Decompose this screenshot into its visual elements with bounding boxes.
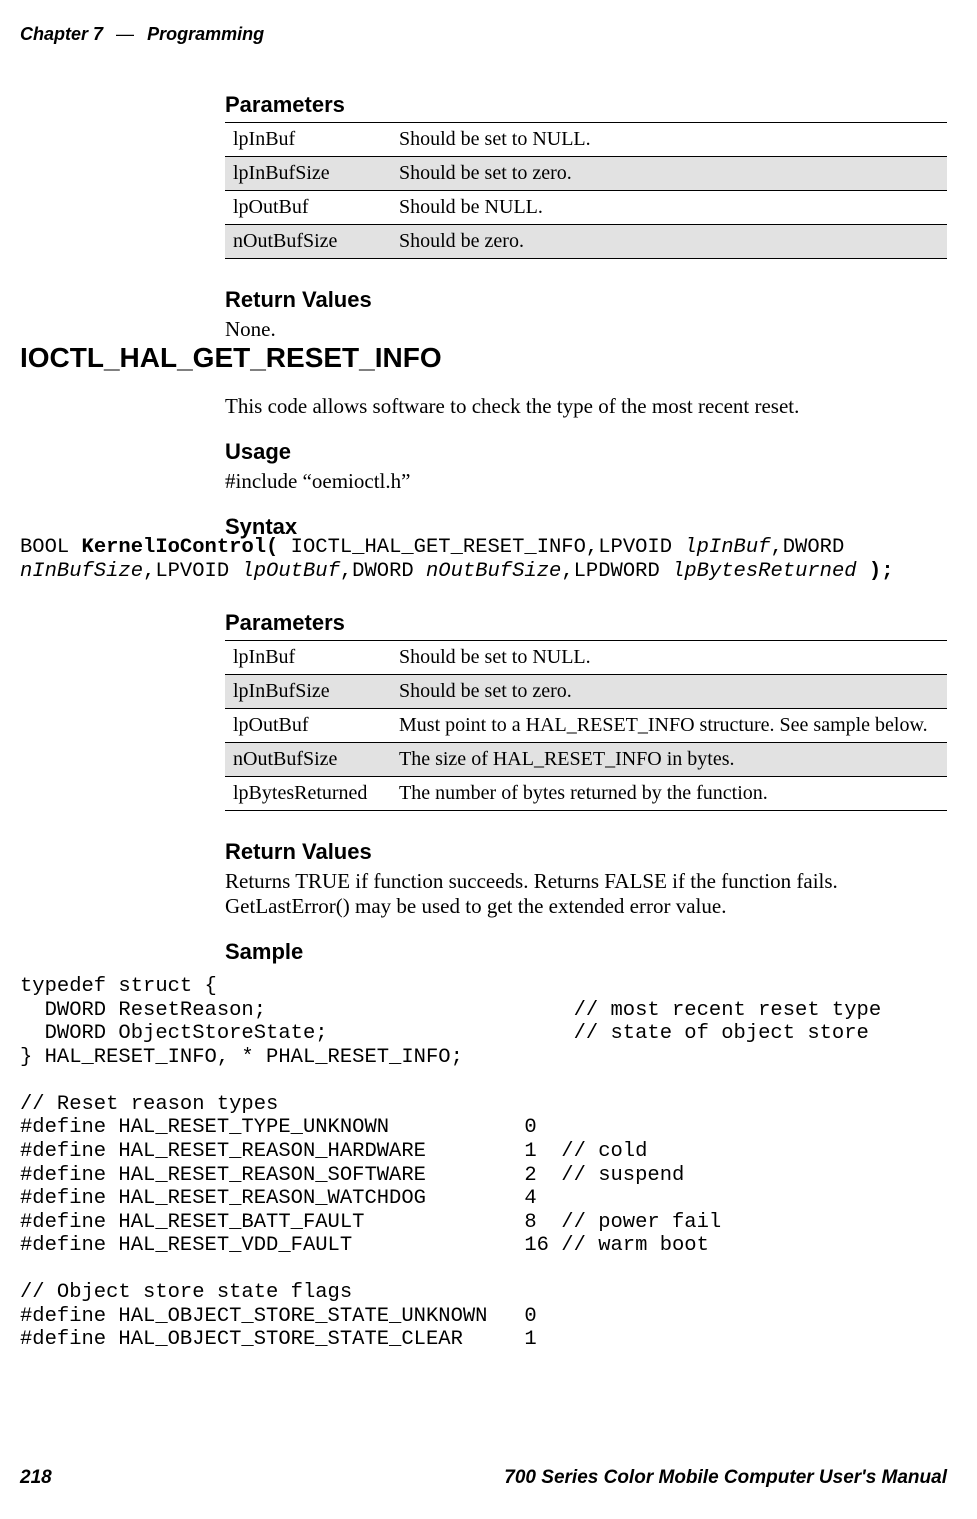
param-key: lpOutBuf <box>225 709 391 743</box>
param-val: The size of HAL_RESET_INFO in bytes. <box>391 743 947 777</box>
sample-code: typedef struct { DWORD ResetReason; // m… <box>20 975 947 1352</box>
param-val: The number of bytes returned by the func… <box>391 777 947 811</box>
param-key: lpBytesReturned <box>225 777 391 811</box>
param-key: lpInBufSize <box>225 157 391 191</box>
param-table-2: lpInBufShould be set to NULL. lpInBufSiz… <box>225 640 947 811</box>
intro-text: This code allows software to check the t… <box>225 394 947 419</box>
page-header: Chapter 7 — Programming <box>20 24 264 45</box>
section-label: Programming <box>147 24 264 44</box>
header-sep: — <box>116 24 134 44</box>
heading-parameters-2: Parameters <box>225 610 947 636</box>
heading-ioctl: IOCTL_HAL_GET_RESET_INFO <box>20 342 442 374</box>
param-val: Should be set to zero. <box>391 157 947 191</box>
param-val: Should be set to zero. <box>391 675 947 709</box>
heading-returnvalues-1: Return Values <box>225 287 947 313</box>
param-key: nOutBufSize <box>225 743 391 777</box>
param-key: nOutBufSize <box>225 225 391 259</box>
heading-usage: Usage <box>225 439 947 465</box>
param-key: lpInBuf <box>225 123 391 157</box>
heading-returnvalues-2: Return Values <box>225 839 947 865</box>
param-val: Must point to a HAL_RESET_INFO structure… <box>391 709 947 743</box>
heading-sample: Sample <box>225 939 947 965</box>
chapter-label: Chapter 7 <box>20 24 103 44</box>
param-val: Should be set to NULL. <box>391 641 947 675</box>
param-val: Should be set to NULL. <box>391 123 947 157</box>
param-key: lpOutBuf <box>225 191 391 225</box>
param-key: lpInBufSize <box>225 675 391 709</box>
usage-body: #include “oemioctl.h” <box>225 469 947 494</box>
page-number: 218 <box>20 1467 52 1489</box>
returnvalues-body-2: Returns TRUE if function succeeds. Retur… <box>225 869 947 919</box>
param-key: lpInBuf <box>225 641 391 675</box>
param-val: Should be NULL. <box>391 191 947 225</box>
syntax-code: BOOL KernelIoControl( IOCTL_HAL_GET_RESE… <box>20 536 947 583</box>
heading-parameters-1: Parameters <box>225 92 947 118</box>
param-table-1: lpInBufShould be set to NULL. lpInBufSiz… <box>225 122 947 259</box>
returnvalues-body-1: None. <box>225 317 947 342</box>
manual-title: 700 Series Color Mobile Computer User's … <box>504 1467 947 1489</box>
param-val: Should be zero. <box>391 225 947 259</box>
